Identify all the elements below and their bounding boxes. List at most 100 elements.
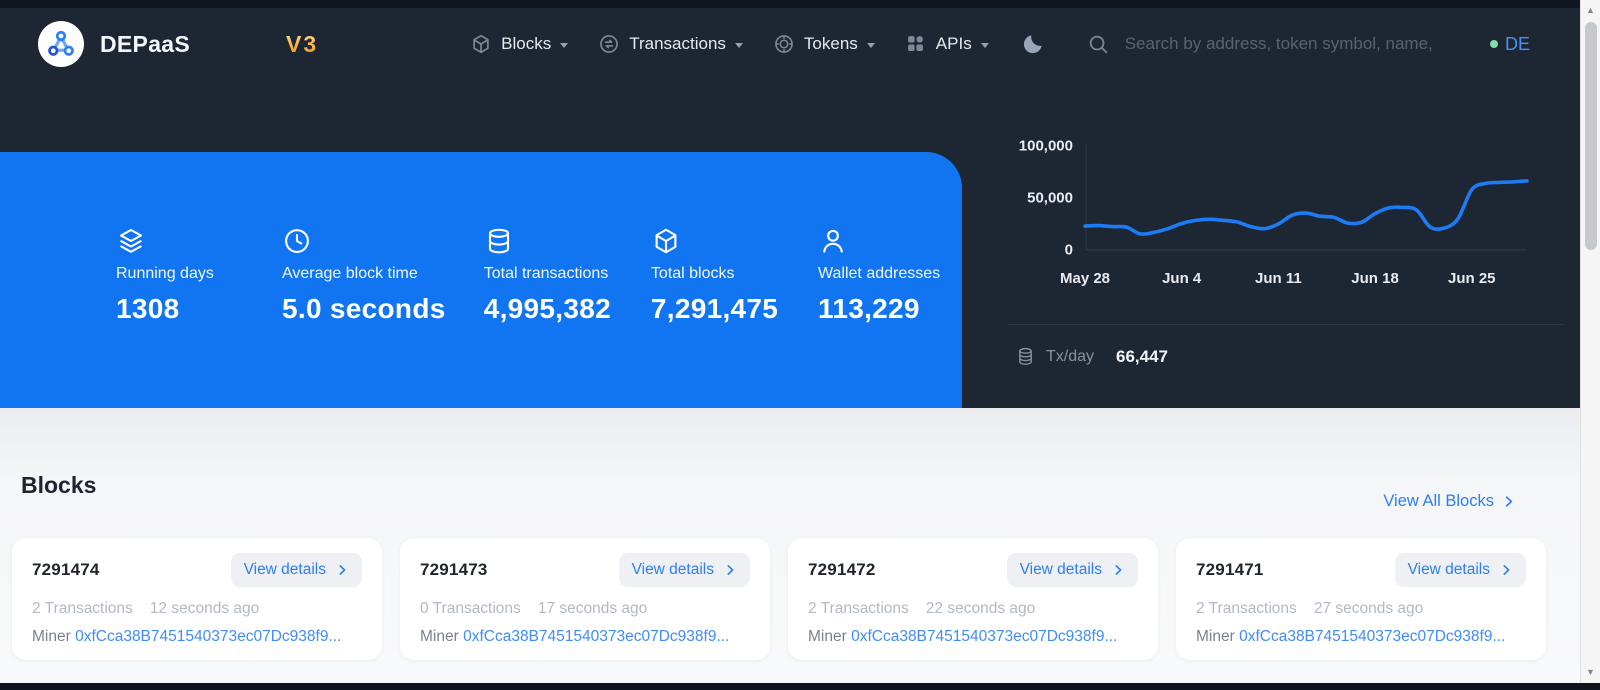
block-age: 12 seconds ago <box>150 600 259 618</box>
dark-mode-toggle[interactable] <box>1021 32 1045 56</box>
view-details-button[interactable]: View details <box>1395 553 1526 587</box>
brand-logo[interactable] <box>38 21 84 67</box>
view-details-button[interactable]: View details <box>231 553 362 587</box>
block-age: 22 seconds ago <box>926 600 1035 618</box>
chevron-down-icon <box>735 43 743 48</box>
nav-item-blocks[interactable]: Blocks <box>470 33 568 55</box>
window-top-edge <box>0 0 1580 8</box>
network-logo-icon <box>46 29 76 59</box>
section-title: Blocks <box>21 472 96 499</box>
scrollbar-down-button[interactable]: ▼ <box>1581 667 1600 677</box>
block-age: 27 seconds ago <box>1314 600 1423 618</box>
view-all-blocks-link[interactable]: View All Blocks <box>1383 492 1516 511</box>
stat-label: Wallet addresses <box>818 265 938 283</box>
nav-label: Blocks <box>501 34 551 54</box>
legend-label: Tx/day <box>1046 348 1094 366</box>
chevron-right-icon <box>1111 563 1125 577</box>
miner-address-link[interactable]: 0xfCca38B7451540373ec07Dc938f9... <box>463 628 729 645</box>
miner-address-link[interactable]: 0xfCca38B7451540373ec07Dc938f9... <box>851 628 1117 645</box>
chevron-down-icon <box>560 43 568 48</box>
miner-label: Miner <box>32 628 71 645</box>
chart-divider <box>1007 324 1564 325</box>
block-transactions-count: 2 Transactions <box>808 600 909 618</box>
nav-item-apis[interactable]: APIs <box>905 33 989 55</box>
clock-icon <box>282 226 312 256</box>
view-all-label: View All Blocks <box>1383 492 1494 511</box>
chevron-down-icon <box>867 43 875 48</box>
stat-value: 5.0 seconds <box>282 293 438 325</box>
y-tick-label: 0 <box>1065 242 1073 259</box>
cube-icon <box>651 226 681 256</box>
stat-total-blocks: Total blocks 7,291,475 <box>651 226 772 325</box>
transactions-icon <box>598 33 620 55</box>
stat-running-days: Running days 1308 <box>116 226 236 325</box>
chart-x-axis: May 28Jun 4Jun 11Jun 18Jun 25 <box>1085 270 1527 294</box>
miner-label: Miner <box>808 628 847 645</box>
x-tick-label: May 28 <box>1060 270 1110 287</box>
nav-item-transactions[interactable]: Transactions <box>598 33 743 55</box>
legend-value: 66,447 <box>1116 347 1168 367</box>
stat-label: Running days <box>116 265 236 283</box>
miner-label: Miner <box>420 628 459 645</box>
block-card: 7291473 View details 0 Transactions 17 s… <box>400 538 770 660</box>
database-icon <box>484 226 514 256</box>
block-number: 7291472 <box>808 560 876 580</box>
x-tick-label: Jun 11 <box>1255 270 1302 287</box>
block-transactions-count: 2 Transactions <box>32 600 133 618</box>
stat-total-transactions: Total transactions 4,995,382 <box>484 226 605 325</box>
network-label: DE <box>1505 34 1530 55</box>
block-number: 7291474 <box>32 560 100 580</box>
search-box <box>1087 33 1490 55</box>
tokens-icon <box>773 33 795 55</box>
nav-menu: Blocks Transactions <box>470 33 989 55</box>
block-transactions-count: 0 Transactions <box>420 600 521 618</box>
nav-item-tokens[interactable]: Tokens <box>773 33 875 55</box>
stat-label: Total blocks <box>651 265 772 283</box>
scrollbar-thumb[interactable] <box>1585 22 1597 250</box>
chart-plot-area <box>1085 140 1527 262</box>
x-tick-label: Jun 25 <box>1448 270 1496 287</box>
stat-value: 1308 <box>116 293 236 325</box>
view-details-label: View details <box>1020 561 1102 579</box>
window-bottom-edge <box>0 683 1600 690</box>
scrollbar-track[interactable]: ▲ ▼ <box>1580 0 1600 683</box>
view-details-button[interactable]: View details <box>619 553 750 587</box>
tx-chart-svg <box>1085 140 1527 262</box>
network-selector[interactable]: DE <box>1490 34 1530 55</box>
miner-address-link[interactable]: 0xfCca38B7451540373ec07Dc938f9... <box>1239 628 1505 645</box>
nav-label: APIs <box>936 34 972 54</box>
blocks-section: Blocks View All Blocks 7291474 View deta… <box>0 408 1580 683</box>
stat-value: 113,229 <box>818 293 938 325</box>
stat-label: Average block time <box>282 265 438 283</box>
chart-legend: Tx/day 66,447 <box>1015 346 1578 367</box>
navbar: DEPaaS V3 Blocks Transactions <box>0 8 1580 80</box>
x-tick-label: Jun 4 <box>1162 270 1201 287</box>
stat-label: Total transactions <box>484 265 605 283</box>
stats-panel: Running days 1308 Average block time 5.0… <box>0 152 962 408</box>
stat-wallet-addresses: Wallet addresses 113,229 <box>818 226 938 325</box>
chart-y-axis: 100,00050,0000 <box>993 140 1085 262</box>
chevron-right-icon <box>1499 563 1513 577</box>
brand-name: DEPaaS <box>100 31 190 58</box>
miner-address-link[interactable]: 0xfCca38B7451540373ec07Dc938f9... <box>75 628 341 645</box>
y-tick-label: 50,000 <box>1027 190 1073 207</box>
stats-row: Running days 1308 Average block time 5.0… <box>116 226 938 325</box>
stat-value: 4,995,382 <box>484 293 605 325</box>
block-transactions-count: 2 Transactions <box>1196 600 1297 618</box>
blocks-icon <box>470 33 492 55</box>
chevron-right-icon <box>1501 494 1516 509</box>
search-input[interactable] <box>1125 34 1435 54</box>
view-details-button[interactable]: View details <box>1007 553 1138 587</box>
nav-label: Tokens <box>804 34 858 54</box>
person-icon <box>818 226 848 256</box>
brand-version-badge: V3 <box>286 31 318 58</box>
scrollbar-up-button[interactable]: ▲ <box>1581 5 1600 15</box>
chevron-right-icon <box>723 563 737 577</box>
view-details-label: View details <box>632 561 714 579</box>
block-cards-row: 7291474 View details 2 Transactions 12 s… <box>12 538 1546 660</box>
view-details-label: View details <box>244 561 326 579</box>
tx-per-day-chart: 100,00050,0000 May 28Jun 4Jun 11Jun 18Ju… <box>993 140 1578 367</box>
block-card: 7291472 View details 2 Transactions 22 s… <box>788 538 1158 660</box>
chevron-right-icon <box>335 563 349 577</box>
view-details-label: View details <box>1408 561 1490 579</box>
